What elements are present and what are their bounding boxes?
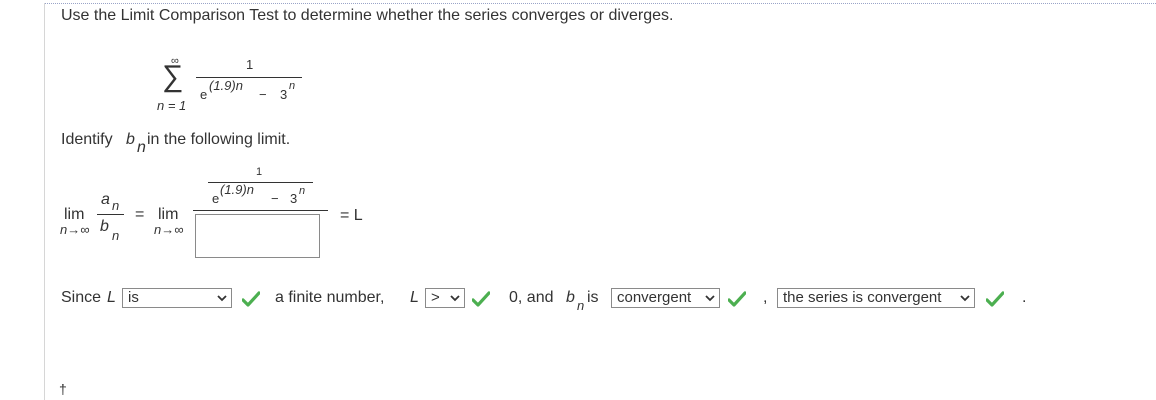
limit-under-right: n→∞ bbox=[154, 222, 184, 237]
big-fraction-bar bbox=[193, 210, 328, 211]
ratio-bottom-sub: n bbox=[112, 228, 120, 243]
since-L: L bbox=[107, 289, 116, 306]
series-numerator: 1 bbox=[246, 57, 254, 72]
series-den-term-exponent: n bbox=[289, 80, 296, 92]
check-icon bbox=[242, 291, 260, 307]
text-b: b bbox=[566, 289, 575, 306]
text-L: L bbox=[410, 289, 419, 306]
dropdown-is-value: is bbox=[128, 289, 139, 306]
identify-var-sub: n bbox=[137, 139, 146, 156]
identify-prefix: Identify bbox=[61, 131, 113, 148]
sum-lower-limit: n = 1 bbox=[157, 98, 187, 113]
inner-den-base: e bbox=[212, 191, 220, 206]
question-instruction: Use the Limit Comparison Test to determi… bbox=[61, 7, 674, 24]
period: . bbox=[1022, 289, 1027, 306]
check-icon bbox=[728, 291, 746, 307]
check-icon bbox=[472, 291, 490, 307]
chevron-down-icon bbox=[217, 295, 227, 302]
series-den-term-base: 3 bbox=[280, 87, 288, 102]
text-zero-and: 0, and bbox=[509, 289, 554, 306]
dropdown-bn-behavior[interactable]: convergent bbox=[611, 288, 720, 308]
series-den-base: e bbox=[200, 87, 208, 102]
identify-var-b: b bbox=[126, 131, 135, 148]
inner-den-term-exponent: n bbox=[299, 185, 306, 197]
chevron-down-icon bbox=[705, 295, 715, 302]
text-b-sub: n bbox=[577, 298, 585, 313]
bn-answer-input[interactable] bbox=[195, 214, 320, 258]
dropdown-is[interactable]: is bbox=[122, 288, 232, 308]
ratio-bottom-b: b bbox=[100, 218, 109, 235]
dropdown-series-conclusion-value: the series is convergent bbox=[783, 289, 942, 306]
since-prefix: Since bbox=[61, 289, 102, 306]
ratio-top-sub: n bbox=[112, 198, 120, 213]
limit-under-left: n→∞ bbox=[60, 222, 90, 237]
inner-den-exponent: (1.9)n bbox=[220, 182, 254, 197]
identify-suffix: in the following limit. bbox=[147, 131, 291, 148]
limit-equals: = bbox=[135, 206, 145, 223]
inner-den-minus: − bbox=[271, 191, 279, 206]
dropdown-comparison-value: > bbox=[431, 289, 440, 306]
dropdown-comparison[interactable]: > bbox=[425, 288, 465, 308]
chevron-down-icon bbox=[960, 295, 970, 302]
series-den-minus: − bbox=[259, 87, 267, 102]
series-den-exponent: (1.9)n bbox=[209, 78, 243, 93]
sigma-symbol: ∑ bbox=[162, 60, 184, 93]
top-dotted-rule bbox=[44, 3, 1156, 4]
chevron-down-icon bbox=[450, 295, 460, 302]
text-is: is bbox=[587, 289, 599, 306]
dagger-icon: † bbox=[59, 381, 67, 397]
dropdown-bn-behavior-value: convergent bbox=[617, 289, 692, 306]
comma: , bbox=[763, 289, 768, 306]
inner-numerator: 1 bbox=[256, 166, 263, 178]
equals-L: = L bbox=[340, 207, 363, 224]
dropdown-series-conclusion[interactable]: the series is convergent bbox=[777, 288, 975, 308]
ratio-top-a: a bbox=[101, 191, 110, 208]
left-margin-rule bbox=[44, 3, 45, 400]
inner-den-term-base: 3 bbox=[290, 191, 298, 206]
ratio-fraction-bar bbox=[97, 214, 124, 215]
check-icon bbox=[986, 291, 1004, 307]
text-finite-number: a finite number, bbox=[275, 289, 385, 306]
